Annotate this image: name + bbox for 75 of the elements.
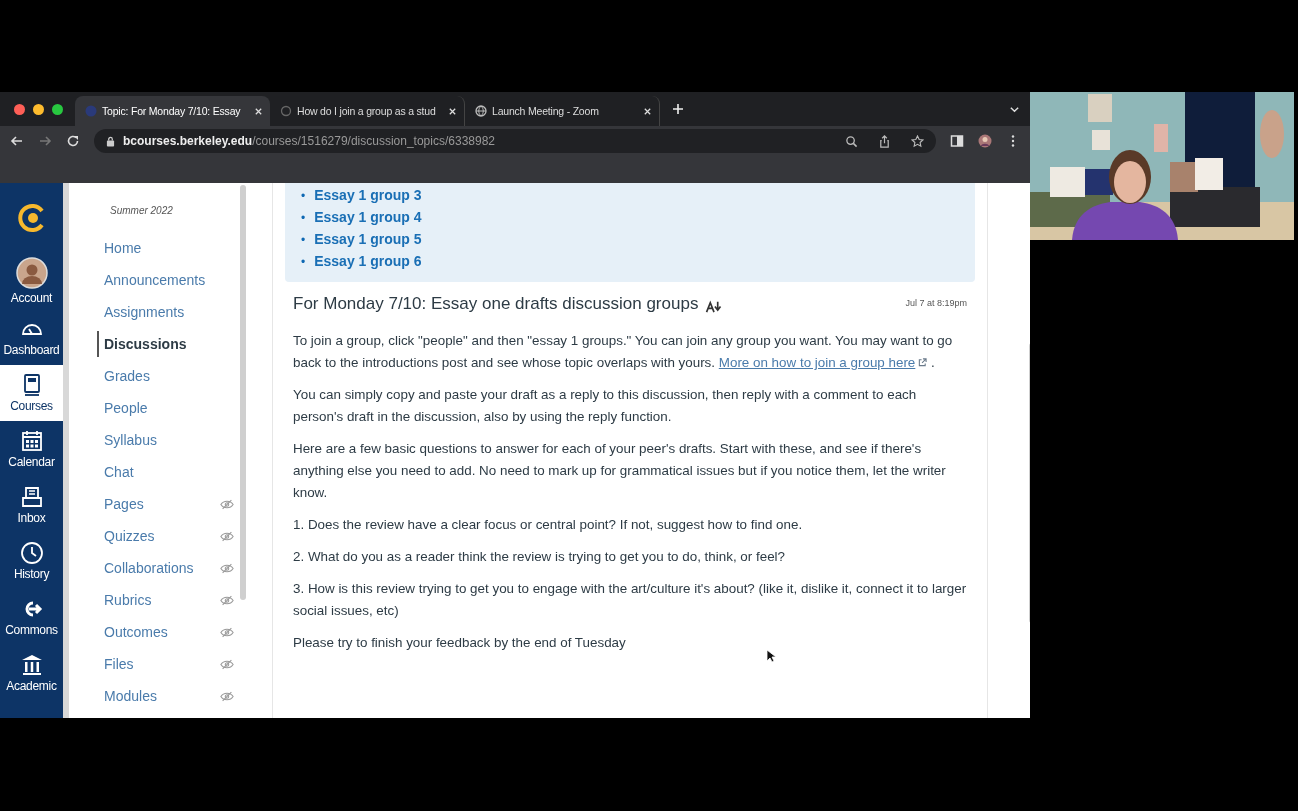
inbox-icon [19,485,44,509]
course-nav-link[interactable]: Grades [97,363,234,389]
calendar-icon [19,429,44,453]
group-link[interactable]: Essay 1 group 6 [314,253,422,269]
mouse-pointer-icon [766,649,776,663]
course-nav-link[interactable]: Home [97,235,234,261]
back-icon[interactable] [10,134,24,148]
post-paragraph: To join a group, click "people" and then "essay 1 groups." You can join any group you want. You may want to go back to the introductions post and see whose topic overlaps with yours. More on how to join a group here . [293,332,954,372]
post-paragraph: Please try to finish your feedback by the end of Tuesday [293,634,627,652]
global-nav-item[interactable]: Courses [0,365,63,421]
close-window-button[interactable] [14,103,25,115]
course-nav-link[interactable]: Announcements [97,267,234,293]
post-paragraph: 1. Does the review have a clear focus or central point? If not, suggest how to find one. [293,516,804,534]
loading-icon [280,105,292,117]
translate-icon[interactable] [705,300,724,313]
global-nav-item[interactable]: Commons [0,589,63,645]
term-label: Summer 2022 [110,205,174,216]
browser-tab[interactable]: Topic: For Monday 7/10: Essay [75,96,270,126]
course-nav-link[interactable]: Modules [97,683,220,709]
profile-avatar-icon[interactable] [978,134,992,148]
course-nav-link[interactable]: Files [97,651,220,677]
bullet: • [301,189,306,203]
forward-icon[interactable] [38,134,52,148]
address-bar[interactable]: bcourses.berkeley.edu/courses/1516279/discussion_topics/6338982 [94,129,936,153]
post-paragraph: You can simply copy and paste your draft as a reply to this discussion, then reply with a comment to each person's draft in the discussion, also by using the reply function. [293,386,918,426]
group-link[interactable]: Essay 1 group 4 [314,209,422,225]
post-paragraph: 2. What do you as a reader think the review is trying to get you to do, think, or feel? [293,548,786,566]
reload-icon[interactable] [66,134,80,148]
global-nav-item[interactable]: Account [0,253,63,309]
course-nav-link[interactable]: Outcomes [97,619,220,645]
course-nav-link[interactable]: Chat [97,459,234,485]
post-date: Jul 7 at 8:19pm [905,298,967,308]
global-nav-item[interactable]: Academic [0,645,63,701]
tab-title: Topic: For Monday 7/10: Essay [102,105,242,117]
star-icon[interactable] [911,134,924,148]
tab-title: Launch Meeting - Zoom [492,105,600,117]
course-nav-link[interactable]: Rubrics [97,587,220,613]
close-icon[interactable] [448,106,457,116]
sidebar-icon[interactable] [950,134,964,148]
scrollbar[interactable] [240,185,246,600]
bullet: • [301,255,306,269]
maximize-window-button[interactable] [52,103,63,115]
post-title: For Monday 7/10: Essay one drafts discussion groups [293,294,699,314]
bullet: • [301,211,306,225]
course-nav-link[interactable]: Pages [97,491,220,517]
course-nav-link[interactable]: Collaborations [97,555,220,581]
course-nav-link[interactable]: Quizzes [97,523,220,549]
post-paragraph: 3. How is this review trying to get you to engage with the art/culture it's about? (like it, dislike it, connect it to larger social issues, etc) [293,580,967,620]
course-nav-link[interactable]: People [97,395,234,421]
group-link[interactable]: Essay 1 group 3 [314,187,422,203]
close-icon[interactable] [254,106,263,116]
avatar-icon [15,257,48,289]
course-nav-link[interactable]: Syllabus [97,427,234,453]
close-icon[interactable] [643,106,652,116]
post-paragraph: Here are a few basic questions to answer for each of your peer's drafts. Start with these, and see if there's anything else you need to add. No need to mark up for grammatical issues but if you notice them, let the writer know. [293,440,947,502]
url-text: bcourses.berkeley.edu/courses/1516279/discussion_topics/6338982 [123,134,495,148]
clock-icon [19,541,44,565]
external-link-icon [918,358,928,367]
group-link[interactable]: Essay 1 group 5 [314,231,422,247]
lock-icon [106,135,115,147]
global-nav-item[interactable]: Dashboard [0,309,63,365]
share-icon[interactable] [878,134,891,148]
minimize-window-button[interactable] [33,103,44,115]
course-nav-link[interactable]: Assignments [97,299,234,325]
tab-title: How do I join a group as a stud [297,105,437,117]
course-nav-link[interactable]: Discussions [97,331,234,357]
help-link[interactable]: More on how to join a group here [718,355,928,370]
zoom-icon[interactable] [845,134,858,148]
global-nav-item[interactable]: Inbox [0,477,63,533]
globe-icon [475,105,487,117]
global-nav-item[interactable]: History [0,533,63,589]
global-nav-item[interactable]: Calendar [0,421,63,477]
new-tab-icon[interactable] [672,103,684,115]
site-icon [85,105,97,117]
bullet: • [301,233,306,247]
